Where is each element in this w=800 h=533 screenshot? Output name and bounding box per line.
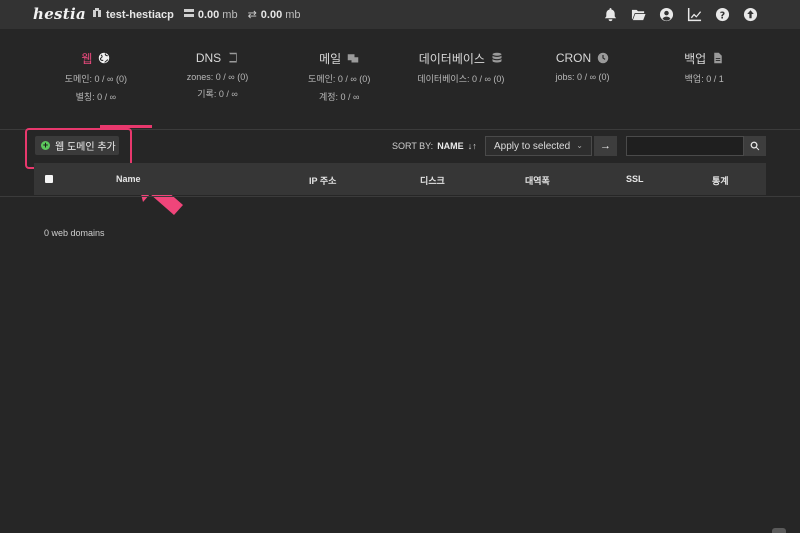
bandwidth-unit: mb (285, 8, 301, 21)
disk-usage: 0.00 mb (183, 8, 238, 21)
bandwidth-value: 0.00 (260, 8, 283, 21)
stat-backup-title: 백업 (684, 51, 707, 66)
stat-database[interactable]: 데이터베이스 데이터베이스: 0 / ∞ (0) (400, 50, 522, 112)
arrow-right-icon: → (600, 140, 611, 152)
database-icon (492, 52, 502, 63)
user-icon[interactable] (659, 7, 674, 22)
mail-icon (347, 54, 359, 63)
file-icon (714, 52, 722, 64)
stat-web-line1: 도메인: 0 / ∞ (0) (64, 74, 127, 84)
clock-icon (597, 52, 609, 64)
apply-to-selected-label: Apply to selected (494, 140, 571, 152)
stat-web-line2: 별칭: 0 / ∞ (75, 92, 117, 102)
stat-mail-head: 메일 (278, 50, 400, 66)
hostname: test-hestiacp (106, 8, 174, 21)
stat-backup-head: 백업 (643, 50, 765, 66)
stat-dns-head: DNS (157, 50, 279, 66)
stat-mail-line2: 계정: 0 / ∞ (318, 92, 360, 102)
stat-mail[interactable]: 메일 도메인: 0 / ∞ (0) 계정: 0 / ∞ (278, 50, 400, 112)
help-icon[interactable]: ? (715, 7, 730, 22)
stat-backup-line1: 백업: 0 / 1 (684, 74, 724, 84)
stat-web[interactable]: 웹 도메인: 0 / ∞ (0) 별칭: 0 / ∞ (35, 50, 157, 112)
stat-web-title: 웹 (81, 51, 93, 66)
column-disk[interactable]: 디스크 (420, 174, 445, 187)
sort-icon: ↓↑ (467, 141, 477, 151)
host-info: test-hestiacp 0.00 mb ⇄ 0.00 mb (92, 8, 300, 21)
stat-cron-line1: jobs: 0 / ∞ (0) (555, 72, 610, 82)
stat-dns[interactable]: DNS zones: 0 / ∞ (0) 기록: 0 / ∞ (157, 50, 279, 112)
stat-database-title: 데이터베이스 (418, 51, 485, 66)
server-icon (92, 8, 102, 21)
stat-backup[interactable]: 백업 백업: 0 / 1 (643, 50, 765, 112)
column-name[interactable]: Name (116, 174, 141, 184)
apply-go-button[interactable]: → (594, 136, 617, 156)
stat-dns-title: DNS (195, 51, 222, 65)
sort-value: NAME (437, 141, 464, 151)
divider (0, 196, 800, 197)
scroll-to-top-tab[interactable] (772, 528, 786, 533)
globe-icon (99, 52, 110, 64)
bandwidth-usage: ⇄ 0.00 mb (247, 8, 301, 22)
stat-mail-title: 메일 (319, 51, 342, 66)
book-icon (229, 52, 237, 63)
stat-dns-line1: zones: 0 / ∞ (0) (186, 72, 249, 82)
search-input[interactable] (626, 136, 744, 156)
stat-cron-title: CRON (555, 51, 592, 65)
sort-by[interactable]: SORT BY: NAME ↓↑ (392, 141, 477, 151)
stat-cron-head: CRON (522, 50, 644, 66)
stat-database-line1: 데이터베이스: 0 / ∞ (0) (417, 74, 505, 84)
chart-icon[interactable] (687, 7, 702, 22)
stat-cron[interactable]: CRON jobs: 0 / ∞ (0) (522, 50, 644, 112)
disk-value: 0.00 (197, 8, 220, 21)
top-icons: ? (603, 7, 758, 22)
column-ssl[interactable]: SSL (626, 174, 644, 184)
sort-by-label: SORT BY: (392, 141, 434, 151)
select-all-checkbox[interactable] (45, 175, 53, 183)
transfer-icon: ⇄ (247, 9, 257, 21)
column-stats[interactable]: 통계 (712, 174, 729, 187)
bell-icon[interactable] (603, 7, 618, 22)
stat-dns-line2: 기록: 0 / ∞ (197, 89, 238, 99)
table-header: Name IP 주소 디스크 대역폭 SSL 통계 (34, 163, 766, 195)
search-button[interactable] (744, 136, 766, 156)
column-ip[interactable]: IP 주소 (309, 174, 336, 187)
disk-unit: mb (222, 8, 238, 21)
stat-database-head: 데이터베이스 (400, 50, 522, 66)
stat-mail-line1: 도메인: 0 / ∞ (0) (308, 74, 371, 84)
upload-icon[interactable] (743, 7, 758, 22)
stat-web-head: 웹 (35, 50, 157, 66)
apply-to-selected-select[interactable]: Apply to selected ⌄ (485, 136, 592, 156)
top-bar: hestia test-hestiacp 0.00 mb ⇄ 0.00 mb ? (0, 0, 800, 29)
svg-text:?: ? (720, 10, 725, 21)
stats-panel: 웹 도메인: 0 / ∞ (0) 별칭: 0 / ∞ DNS zones: 0 … (35, 50, 765, 112)
disk-icon (183, 8, 194, 21)
empty-message: 0 web domains (44, 228, 105, 238)
logo[interactable]: hestia (33, 5, 86, 23)
column-bandwidth[interactable]: 대역폭 (525, 174, 550, 187)
folder-icon[interactable] (631, 7, 646, 22)
chevron-down-icon: ⌄ (576, 141, 583, 150)
search-icon (750, 141, 760, 151)
